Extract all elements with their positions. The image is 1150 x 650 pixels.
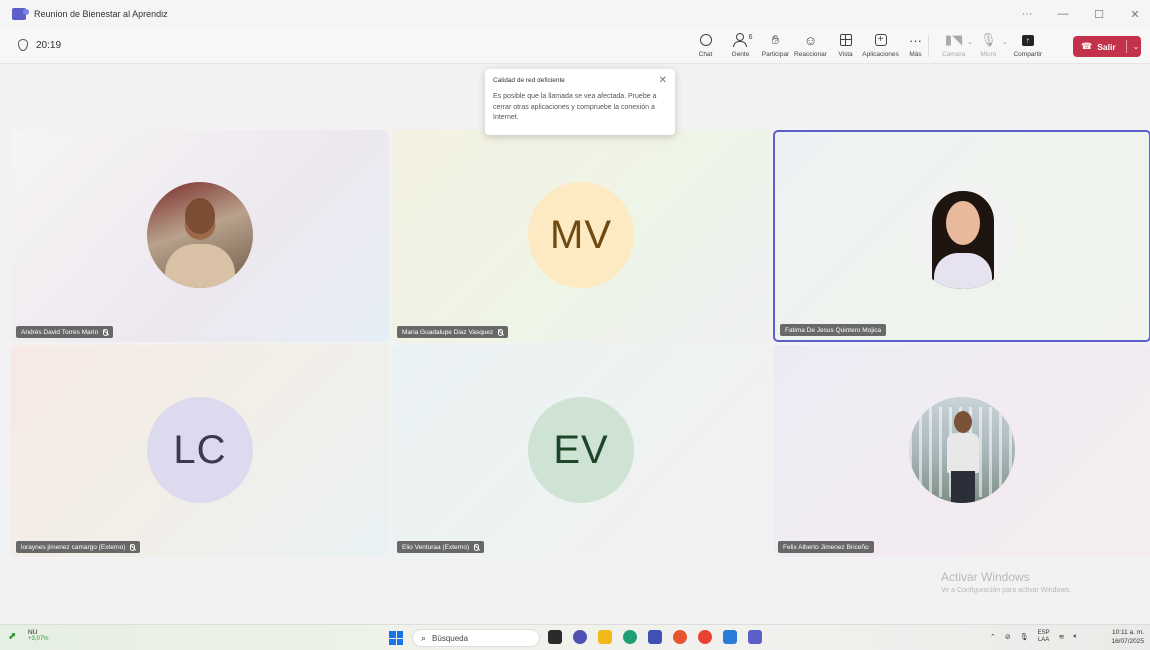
taskbar-search[interactable]: ⌕ Búsqueda <box>412 629 540 647</box>
apps-button[interactable]: + Aplicaciones <box>862 31 899 58</box>
chat-app-icon[interactable] <box>573 630 587 644</box>
mic-button[interactable]: 🎙︎ Micro <box>971 31 1006 58</box>
taskbar-apps <box>548 630 762 644</box>
initials-avatar: EV <box>528 397 634 503</box>
taskbar-clock[interactable]: 10:11 a. m. 16/07/2025 <box>1111 628 1144 646</box>
participant-photo-avatar <box>909 397 1015 503</box>
participant-name-tag: Felix Alberto Jimenez Briceño <box>778 541 874 553</box>
camera-button[interactable]: ▮◥ Cámara <box>936 31 971 58</box>
mic-off-icon <box>498 328 504 336</box>
language-indicator[interactable]: ESP LAA <box>1038 630 1050 644</box>
mic-off-icon <box>474 543 480 551</box>
volume-icon[interactable]: 🔈︎ <box>1074 633 1078 641</box>
initials-avatar: MV <box>528 182 634 288</box>
minimize-icon[interactable]: — <box>1056 8 1070 20</box>
mic-off-icon <box>130 543 136 551</box>
stock-widget[interactable]: ⬈ NU +3,07% <box>8 629 49 642</box>
leave-button[interactable]: ☎︎ Salir ⌄ <box>1073 36 1141 57</box>
title-bar: Reunion de Bienestar al Aprendiz ··· — ☐… <box>0 0 1150 28</box>
outlook-icon[interactable] <box>723 630 737 644</box>
toolbar-divider <box>928 35 929 57</box>
wifi-icon[interactable]: ≋ <box>1059 633 1065 641</box>
start-windows-icon[interactable] <box>389 631 403 645</box>
network-quality-toast: Calidad de red deficiente Es posible que… <box>485 69 675 135</box>
mic-off-icon <box>103 328 109 336</box>
initials-avatar: LC <box>147 397 253 503</box>
leave-options-chevron-icon[interactable]: ⌄ <box>1133 42 1140 51</box>
chat-button[interactable]: Chat <box>688 31 723 58</box>
participant-name-tag: loraynes jimenez camargo (Externo) <box>16 541 141 553</box>
people-icon: 6 <box>732 31 753 49</box>
participant-photo-avatar <box>147 182 253 288</box>
trend-up-icon: ⬈ <box>8 630 17 642</box>
teams-logo-icon <box>12 8 29 20</box>
meeting-toolbar: 20:19 Chat 6 Gente ✋︎ Participar ☺ Reacc… <box>0 28 1150 64</box>
view-button[interactable]: Vista <box>828 31 863 58</box>
leave-label: Salir <box>1097 41 1116 52</box>
meeting-actions: Chat 6 Gente ✋︎ Participar ☺ Reaccionar … <box>688 31 933 58</box>
toast-close-icon[interactable]: ✕ <box>659 75 667 86</box>
chat-icon <box>697 31 715 49</box>
participant-name-tag: Andrés David Torres Marín <box>16 326 114 338</box>
participant-tile[interactable]: LC loraynes jimenez camargo (Externo) <box>11 345 389 557</box>
edge-browser-icon[interactable] <box>623 630 637 644</box>
close-window-icon[interactable]: ✕ <box>1128 8 1142 21</box>
participant-name-tag: Elio Venturaa (Externo) <box>397 541 485 553</box>
raise-hand-icon: ✋︎ <box>771 32 780 47</box>
participant-tile[interactable]: Felix Alberto Jimenez Briceño <box>773 345 1150 557</box>
more-icon: ··· <box>909 32 922 48</box>
participant-tile-active-speaker[interactable]: Fatima De Jesus Quintero Mojica <box>773 130 1150 342</box>
participant-name-tag: Fatima De Jesus Quintero Mojica <box>780 324 887 336</box>
mic-tray-icon[interactable]: 🎙︎ <box>1020 633 1029 641</box>
hang-up-icon: ☎︎ <box>1081 41 1093 51</box>
network-off-icon[interactable]: ⊘ <box>1005 633 1011 641</box>
react-button[interactable]: ☺ Reaccionar <box>793 31 828 59</box>
maximize-icon[interactable]: ☐ <box>1092 8 1106 21</box>
window-more-icon[interactable]: ··· <box>1020 8 1034 20</box>
share-button[interactable]: ↑ Compartir <box>1006 31 1050 58</box>
camera-off-icon: ▮◥ <box>944 32 963 47</box>
file-explorer-icon[interactable] <box>598 630 612 644</box>
window-controls: ··· — ☐ ✕ <box>1020 0 1142 28</box>
activation-watermark: Activar Windows Ve a Configuración para … <box>941 570 1071 594</box>
search-icon: ⌕ <box>421 632 427 643</box>
timer-text: 20:19 <box>36 39 62 51</box>
store-icon[interactable] <box>648 630 662 644</box>
meeting-stage: Calidad de red deficiente Es posible que… <box>0 64 1150 624</box>
share-icon: ↑ <box>1019 31 1037 49</box>
smiley-icon: ☺ <box>803 32 818 48</box>
participant-tile[interactable]: EV Elio Venturaa (Externo) <box>392 345 770 557</box>
apps-plus-icon: + <box>872 31 890 49</box>
toast-title: Calidad de red deficiente <box>493 77 565 84</box>
chrome-icon[interactable] <box>698 630 712 644</box>
participant-name-tag: Maria Guadalupe Diaz Vasquez <box>397 326 509 338</box>
toast-body: Es posible que la llamada se vea afectad… <box>493 93 657 121</box>
taskbar: ⬈ NU +3,07% ⌕ Búsqueda ⌃ ⊘ 🎙︎ ESP LAA ≋ … <box>0 624 1150 650</box>
people-button[interactable]: 6 Gente <box>723 31 758 58</box>
tray-chevron-up-icon[interactable]: ⌃ <box>990 633 996 641</box>
system-tray: ⌃ ⊘ 🎙︎ ESP LAA ≋ 🔈︎ <box>990 630 1078 644</box>
teams-app-icon[interactable] <box>748 630 762 644</box>
meeting-timer: 20:19 <box>18 39 61 51</box>
device-controls: ▮◥ Cámara ⌄ 🎙︎ Micro ⌄ ↑ Compartir <box>936 31 1050 58</box>
participant-photo-avatar <box>910 183 1016 289</box>
firefox-icon[interactable] <box>673 630 687 644</box>
grid-view-icon <box>837 31 855 49</box>
participant-tile[interactable]: Andrés David Torres Marín <box>11 130 389 342</box>
participant-tile[interactable]: MV Maria Guadalupe Diaz Vasquez <box>392 130 770 342</box>
raise-hand-button[interactable]: ✋︎ Participar <box>758 31 793 58</box>
window-title: Reunion de Bienestar al Aprendiz <box>34 9 168 19</box>
task-view-icon[interactable] <box>548 630 562 644</box>
shield-icon <box>18 39 28 51</box>
mic-off-icon: 🎙︎ <box>980 32 997 47</box>
